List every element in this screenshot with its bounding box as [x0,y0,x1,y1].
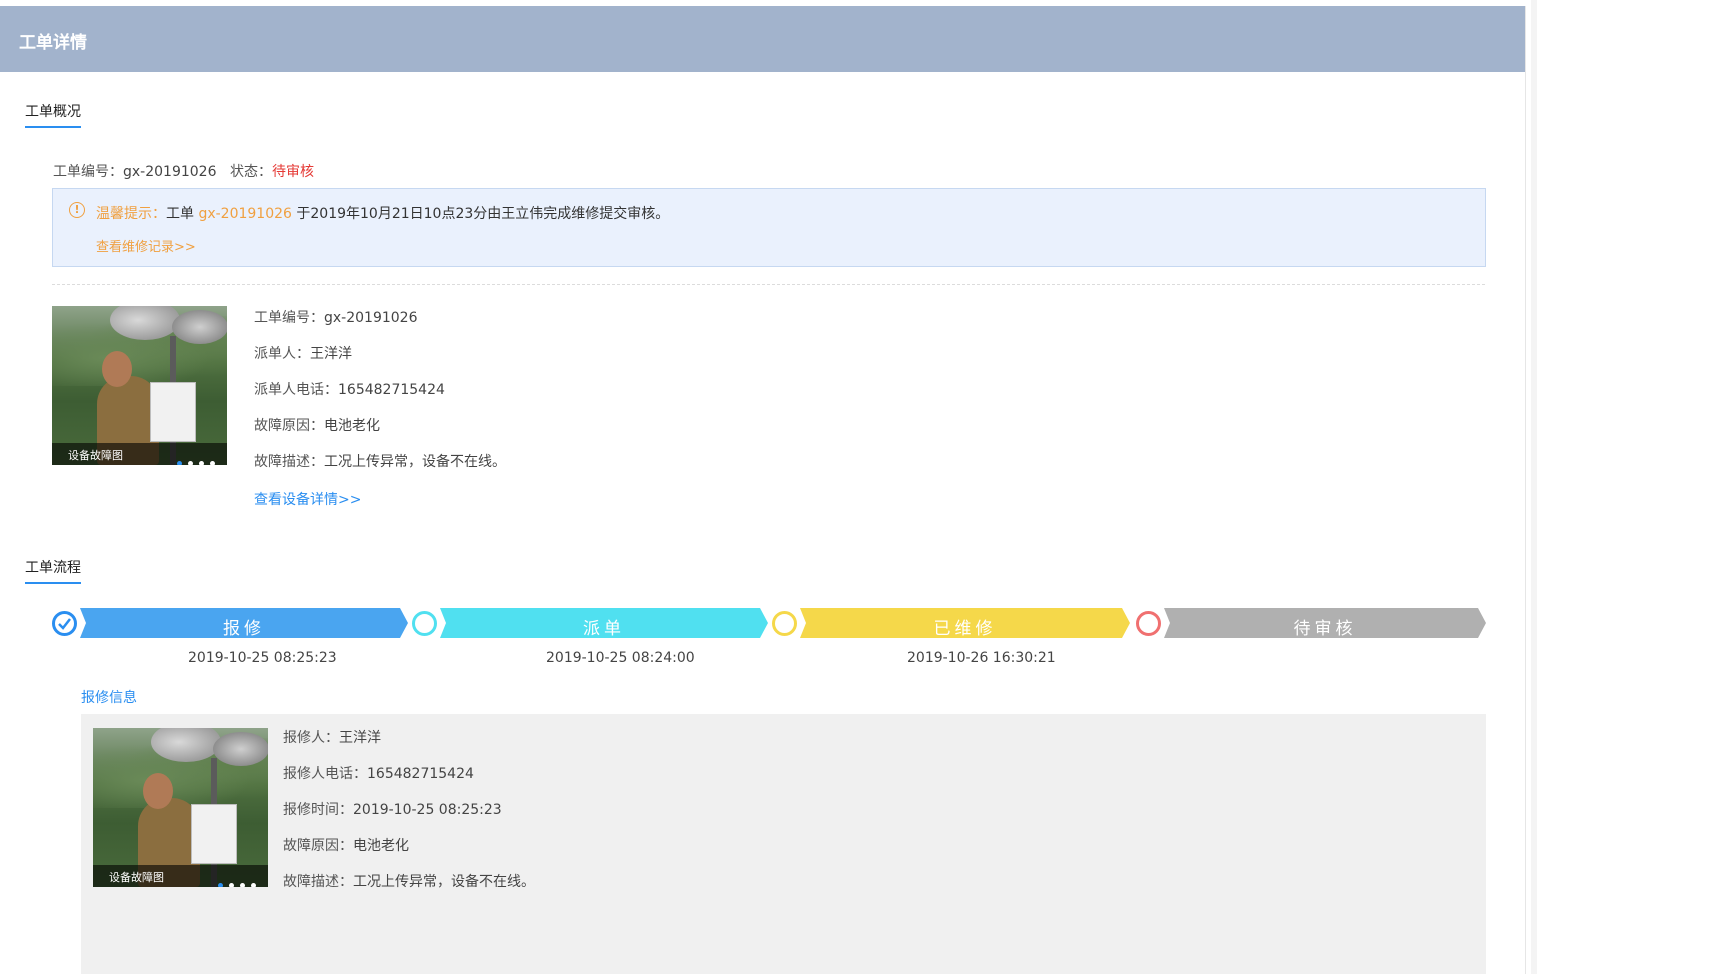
repair-fault-description: 故障描述：工况上传异常，设备不在线。 [283,871,535,891]
flow-step-time: 2019-10-25 08:25:23 [188,650,337,666]
order-number-value: gx-20191026 [123,164,217,180]
detail-fault-cause: 故障原因：电池老化 [254,415,380,435]
tip-message: 温馨提示：工单 gx-20191026 于2019年10月21日10点23分由王… [96,203,669,223]
tip-prefix: 温馨提示： [96,206,166,222]
step-ring-icon [412,611,437,636]
tip-text-2: 于2019年10月21日10点23分由王立伟完成维修提交审核。 [291,206,670,222]
flow-step-repaired: 已维修 [800,608,1130,639]
scrollbar-track[interactable] [1531,0,1537,974]
flow-step-label: 已维修 [933,619,997,639]
order-number-label: 工单编号： [53,164,123,180]
repair-fault-cause: 故障原因：电池老化 [283,835,409,855]
detail-value: 电池老化 [353,838,409,854]
flow-step-pending-review: 待审核 [1164,608,1486,639]
flow-step-time: 2019-10-26 16:30:21 [907,650,1056,666]
detail-fault-description: 故障描述：工况上传异常，设备不在线。 [254,451,506,471]
detail-value: 工况上传异常，设备不在线。 [324,454,506,470]
repair-time: 报修时间：2019-10-25 08:25:23 [283,799,502,819]
detail-value: 工况上传异常，设备不在线。 [353,874,535,890]
detail-label: 派单人： [254,346,310,362]
detail-value: 165482715424 [338,382,445,398]
detail-value: 王洋洋 [310,346,352,362]
page-title: 工单详情 [19,33,87,53]
section-title-overview: 工单概况 [25,101,81,128]
detail-label: 故障原因： [254,418,324,434]
order-number-row: 工单编号：gx-20191026 [53,161,216,181]
divider [52,284,1485,285]
detail-label: 工单编号： [254,310,324,326]
repair-reporter: 报修人：王洋洋 [283,727,381,747]
section-title-flow: 工单流程 [25,557,81,584]
detail-value: 2019-10-25 08:25:23 [353,802,502,818]
detail-value: gx-20191026 [324,310,418,326]
detail-value: 电池老化 [324,418,380,434]
detail-label: 故障描述： [283,874,353,890]
work-order-detail-panel: 工单详情 工单概况 工单编号：gx-20191026 状态：待审核 ! 温馨提示… [0,6,1526,974]
flow-step-dispatch: 派单 [440,608,768,639]
flow-step-label: 待审核 [1293,619,1357,639]
status-row: 状态：待审核 [230,161,314,181]
carousel-dots[interactable] [212,873,256,887]
flow-step-report: 报修 [80,608,408,639]
view-repair-record-link[interactable]: 查看维修记录>> [96,236,196,255]
step-done-check-icon [52,611,77,636]
tip-box: ! 温馨提示：工单 gx-20191026 于2019年10月21日10点23分… [52,188,1486,267]
tip-text-1: 工单 [166,206,199,222]
image-caption: 设备故障图 [68,449,123,462]
detail-label: 报修人电话： [283,766,367,782]
detail-label: 故障原因： [283,838,353,854]
flow-step-label: 报修 [223,619,265,639]
page-header: 工单详情 [0,6,1525,72]
warning-icon: ! [69,202,85,218]
detail-label: 报修时间： [283,802,353,818]
detail-label: 故障描述： [254,454,324,470]
flow-step-label: 派单 [583,619,625,639]
repair-info-title: 报修信息 [81,690,137,706]
carousel-dots[interactable] [171,451,215,465]
detail-label: 派单人电话： [254,382,338,398]
flow-step-time: 2019-10-25 08:24:00 [546,650,695,666]
device-fault-image[interactable]: 设备故障图 [52,306,227,465]
repair-fault-image[interactable]: 设备故障图 [93,728,268,887]
view-device-details-link[interactable]: 查看设备详情>> [254,489,361,509]
step-ring-icon [1136,611,1161,636]
repair-reporter-phone: 报修人电话：165482715424 [283,763,474,783]
detail-dispatcher-phone: 派单人电话：165482715424 [254,379,445,399]
detail-value: 165482715424 [367,766,474,782]
detail-dispatcher: 派单人：王洋洋 [254,343,352,363]
detail-order-number: 工单编号：gx-20191026 [254,307,417,327]
detail-value: 王洋洋 [339,730,381,746]
status-label: 状态： [230,164,272,180]
step-ring-icon [772,611,797,636]
status-badge: 待审核 [272,164,314,180]
image-caption: 设备故障图 [109,871,164,884]
tip-order-number: gx-20191026 [198,206,292,222]
detail-label: 报修人： [283,730,339,746]
